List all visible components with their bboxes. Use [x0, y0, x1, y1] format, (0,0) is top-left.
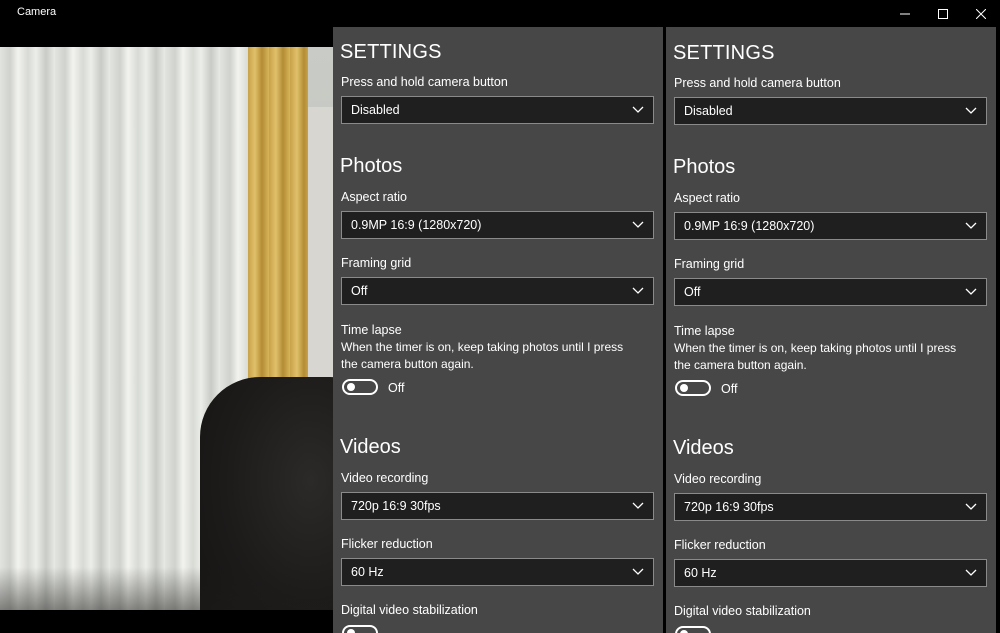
- aspect-ratio-label: Aspect ratio: [674, 191, 741, 205]
- time-lapse-label: Time lapse: [341, 323, 402, 337]
- stabilization-label: Digital video stabilization: [674, 604, 811, 618]
- settings-panel[interactable]: SETTINGS Press and hold camera button Di…: [333, 27, 663, 633]
- title-bar: Camera: [0, 0, 1000, 27]
- time-lapse-description: When the timer is on, keep taking photos…: [341, 340, 624, 371]
- time-lapse-state: Off: [388, 381, 405, 395]
- framing-grid-label: Framing grid: [674, 257, 745, 271]
- flicker-reduction-dropdown[interactable]: 60 Hz: [674, 559, 987, 587]
- chevron-down-icon: [632, 502, 644, 509]
- framing-grid-dropdown[interactable]: Off: [341, 277, 654, 305]
- dropdown-value: 60 Hz: [351, 565, 384, 579]
- chevron-down-icon: [965, 107, 977, 114]
- video-recording-label: Video recording: [674, 472, 762, 486]
- flicker-reduction-dropdown[interactable]: 60 Hz: [341, 558, 654, 586]
- dropdown-value: 60 Hz: [684, 566, 717, 580]
- aspect-ratio-dropdown[interactable]: 0.9MP 16:9 (1280x720): [674, 212, 987, 240]
- chevron-down-icon: [632, 568, 644, 575]
- video-recording-dropdown[interactable]: 720p 16:9 30fps: [341, 492, 654, 520]
- aspect-ratio-label: Aspect ratio: [341, 190, 408, 204]
- chevron-down-icon: [965, 222, 977, 229]
- stabilization-label: Digital video stabilization: [341, 603, 478, 617]
- chevron-down-icon: [632, 221, 644, 228]
- time-lapse-label: Time lapse: [674, 324, 735, 338]
- settings-panel-duplicate[interactable]: SETTINGS Press and hold camera button Di…: [666, 27, 996, 633]
- dropdown-value: 720p 16:9 30fps: [684, 500, 774, 514]
- close-button[interactable]: [962, 0, 1000, 27]
- videos-heading: Videos: [673, 437, 734, 459]
- press-hold-dropdown[interactable]: Disabled: [674, 97, 987, 125]
- flicker-reduction-label: Flicker reduction: [341, 537, 433, 551]
- dropdown-value: Disabled: [351, 103, 400, 117]
- videos-heading: Videos: [340, 436, 401, 458]
- preview-shadow: [0, 567, 333, 610]
- chevron-down-icon: [965, 288, 977, 295]
- close-icon: [976, 8, 986, 19]
- dropdown-value: 720p 16:9 30fps: [351, 499, 441, 513]
- flicker-reduction-label: Flicker reduction: [674, 538, 766, 552]
- photos-heading: Photos: [340, 155, 403, 177]
- video-recording-dropdown[interactable]: 720p 16:9 30fps: [674, 493, 987, 521]
- minimize-icon: [900, 13, 910, 14]
- dropdown-value: Off: [684, 285, 701, 299]
- chevron-down-icon: [632, 287, 644, 294]
- time-lapse-toggle[interactable]: [675, 380, 711, 396]
- framing-grid-dropdown[interactable]: Off: [674, 278, 987, 306]
- aspect-ratio-dropdown[interactable]: 0.9MP 16:9 (1280x720): [341, 211, 654, 239]
- toggle-knob: [680, 384, 688, 392]
- stabilization-toggle[interactable]: [342, 625, 378, 633]
- time-lapse-description: When the timer is on, keep taking photos…: [674, 341, 957, 372]
- dropdown-value: Disabled: [684, 104, 733, 118]
- framing-grid-label: Framing grid: [341, 256, 412, 270]
- dropdown-value: 0.9MP 16:9 (1280x720): [351, 218, 482, 232]
- maximize-button[interactable]: [924, 0, 962, 27]
- press-hold-dropdown[interactable]: Disabled: [341, 96, 654, 124]
- minimize-button[interactable]: [886, 0, 924, 27]
- photos-heading: Photos: [673, 156, 736, 178]
- dropdown-value: Off: [351, 284, 368, 298]
- chevron-down-icon: [965, 503, 977, 510]
- time-lapse-state: Off: [721, 382, 738, 396]
- stabilization-toggle[interactable]: [675, 626, 711, 633]
- camera-preview: [0, 47, 333, 610]
- chevron-down-icon: [632, 106, 644, 113]
- dropdown-value: 0.9MP 16:9 (1280x720): [684, 219, 815, 233]
- chevron-down-icon: [965, 569, 977, 576]
- maximize-icon: [938, 8, 948, 19]
- video-recording-label: Video recording: [341, 471, 429, 485]
- settings-title: SETTINGS: [340, 41, 442, 63]
- toggle-knob: [347, 629, 355, 633]
- time-lapse-toggle[interactable]: [342, 379, 378, 395]
- press-hold-label: Press and hold camera button: [341, 75, 508, 89]
- press-hold-label: Press and hold camera button: [674, 76, 841, 90]
- toggle-knob: [347, 383, 355, 391]
- settings-title: SETTINGS: [673, 42, 775, 64]
- app-title: Camera: [17, 6, 57, 18]
